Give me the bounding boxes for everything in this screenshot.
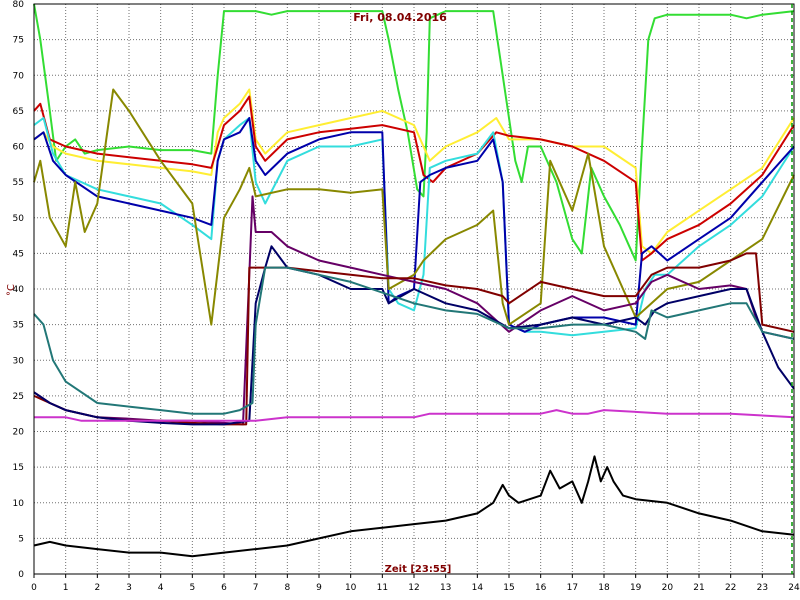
x-tick-label: 1: [63, 583, 69, 593]
x-tick-label: 12: [408, 583, 419, 593]
y-tick-label: 45: [13, 249, 24, 259]
x-tick-label: 10: [345, 583, 357, 593]
y-tick-label: 60: [13, 143, 25, 153]
y-tick-label: 70: [13, 71, 25, 81]
y-tick-label: 25: [13, 392, 24, 402]
x-tick-label: 0: [31, 583, 37, 593]
x-tick-label: 9: [316, 583, 322, 593]
x-tick-label: 13: [440, 583, 451, 593]
x-tick-label: 23: [757, 583, 768, 593]
x-tick-label: 20: [662, 583, 674, 593]
x-tick-label: 18: [598, 583, 610, 593]
x-tick-label: 19: [630, 583, 642, 593]
y-tick-label: 50: [13, 214, 25, 224]
y-tick-label: 20: [13, 428, 25, 438]
x-tick-label: 8: [284, 583, 290, 593]
y-tick-label: 55: [13, 178, 24, 188]
x-tick-label: 24: [788, 583, 800, 593]
x-tick-label: 2: [94, 583, 100, 593]
x-tick-label: 6: [221, 583, 227, 593]
y-tick-label: 65: [13, 107, 24, 117]
y-tick-label: 5: [18, 534, 24, 544]
x-tick-label: 17: [567, 583, 578, 593]
x-tick-label: 21: [693, 583, 704, 593]
y-tick-label: 30: [13, 356, 25, 366]
y-tick-label: 15: [13, 463, 24, 473]
chart-title: Fri, 08.04.2016: [353, 11, 447, 24]
y-tick-label: 75: [13, 36, 24, 46]
x-tick-label: 14: [472, 583, 484, 593]
x-tick-label: 16: [535, 583, 547, 593]
x-tick-label: 22: [725, 583, 736, 593]
x-tick-label: 3: [126, 583, 132, 593]
x-tick-label: 15: [503, 583, 514, 593]
x-tick-label: 7: [253, 583, 259, 593]
x-tick-label: 4: [158, 583, 164, 593]
line-chart: 05101520253035404550556065707580 0123456…: [6, 0, 800, 593]
x-tick-label: 5: [189, 583, 195, 593]
x-axis-label: Zeit [23:55]: [385, 564, 452, 575]
x-axis-ticks: 0 1 2 3 4 5 6 7 8 9 10 11 12 13 14 15 16 17 18 19 20 21 22 23 24: [31, 574, 800, 593]
x-tick-label: 11: [377, 583, 388, 593]
y-tick-label: 80: [13, 0, 25, 10]
y-tick-label: 35: [13, 321, 24, 331]
y-tick-label: 10: [13, 499, 25, 509]
y-tick-label: 0: [18, 570, 24, 580]
y-axis-label: °C: [6, 284, 17, 296]
